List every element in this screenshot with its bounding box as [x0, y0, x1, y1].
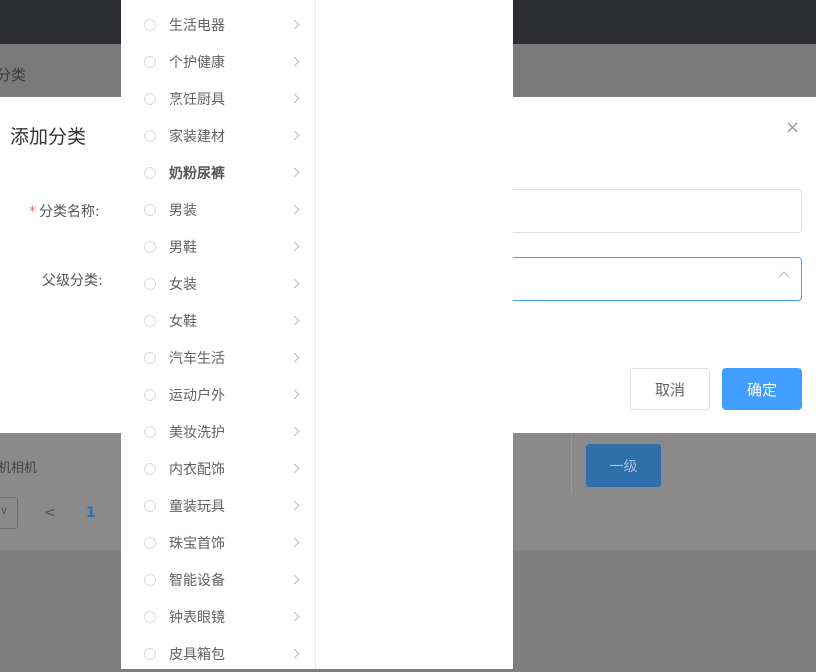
cascader-option-label: 奶粉尿裤 — [169, 165, 225, 182]
cascader-column-divider — [315, 0, 316, 669]
cascader-option-label: 男装 — [169, 202, 197, 219]
cascader-option[interactable]: 家装建材 — [121, 117, 315, 154]
cascader-option[interactable]: 汽车生活 — [121, 339, 315, 376]
cascader-option[interactable]: 内衣配饰 — [121, 450, 315, 487]
table-divider — [571, 432, 572, 494]
level-tag-button[interactable]: 一级 — [586, 444, 661, 487]
breadcrumb: 分类 — [0, 66, 27, 84]
cascader-option-label: 女鞋 — [169, 313, 197, 330]
cascader-option-label: 女装 — [169, 276, 197, 293]
confirm-button[interactable]: 确定 — [722, 368, 802, 410]
cascader-option-label: 皮具箱包 — [169, 646, 225, 663]
radio-circle-icon[interactable] — [144, 536, 156, 549]
cascader-option-label: 烹饪厨具 — [169, 91, 225, 108]
radio-circle-icon[interactable] — [144, 499, 156, 512]
cascader-option-label: 内衣配饰 — [169, 461, 225, 478]
radio-circle-icon[interactable] — [144, 166, 156, 179]
close-icon[interactable]: × — [785, 117, 800, 138]
chevron-right-icon — [289, 278, 300, 289]
chevron-right-icon — [289, 93, 300, 104]
chevron-right-icon — [289, 130, 300, 141]
cascader-option[interactable]: 运动户外 — [121, 376, 315, 413]
cascader-dropdown: 生活电器个护健康烹饪厨具家装建材奶粉尿裤男装男鞋女装女鞋汽车生活运动户外美妆洗护… — [121, 0, 513, 669]
cascader-option[interactable]: 奶粉尿裤 — [121, 154, 315, 191]
chevron-right-icon — [289, 389, 300, 400]
radio-circle-icon[interactable] — [144, 610, 156, 623]
cascader-option-label: 钟表眼镜 — [169, 609, 225, 626]
radio-circle-icon[interactable] — [144, 647, 156, 660]
cancel-button[interactable]: 取消 — [630, 368, 710, 410]
category-name-label-text: 分类名称: — [39, 204, 100, 220]
pager-prev-button[interactable]: < — [44, 505, 56, 521]
radio-circle-icon[interactable] — [144, 129, 156, 142]
cascader-option[interactable]: 女装 — [121, 265, 315, 302]
category-name-label: * 分类名称: — [29, 201, 100, 221]
cascader-option-label: 家装建材 — [169, 128, 225, 145]
radio-circle-icon[interactable] — [144, 240, 156, 253]
radio-circle-icon[interactable] — [144, 314, 156, 327]
cascader-option-label: 智能设备 — [169, 572, 225, 589]
cascader-option[interactable]: 智能设备 — [121, 561, 315, 598]
chevron-right-icon — [289, 426, 300, 437]
table-cell-name: 机相机 — [0, 461, 38, 476]
cascader-option[interactable]: 钟表眼镜 — [121, 598, 315, 635]
radio-circle-icon[interactable] — [144, 55, 156, 68]
chevron-right-icon — [289, 611, 300, 622]
cascader-option-label: 珠宝首饰 — [169, 535, 225, 552]
chevron-right-icon — [289, 574, 300, 585]
cascader-option-label: 男鞋 — [169, 239, 197, 256]
radio-circle-icon[interactable] — [144, 92, 156, 105]
cascader-option[interactable]: 男鞋 — [121, 228, 315, 265]
chevron-right-icon — [289, 500, 300, 511]
radio-circle-icon[interactable] — [144, 277, 156, 290]
cascader-option[interactable]: 女鞋 — [121, 302, 315, 339]
pager-page-1[interactable]: 1 — [86, 505, 96, 521]
chevron-up-icon — [778, 271, 790, 283]
chevron-right-icon — [289, 56, 300, 67]
cascader-option-label: 汽车生活 — [169, 350, 225, 367]
parent-category-label: 父级分类: — [42, 273, 103, 289]
radio-circle-icon[interactable] — [144, 573, 156, 586]
cascader-option[interactable]: 珠宝首饰 — [121, 524, 315, 561]
cascader-option-label: 运动户外 — [169, 387, 225, 404]
cascader-option-label: 童装玩具 — [169, 498, 225, 515]
cascader-option[interactable]: 个护健康 — [121, 43, 315, 80]
chevron-right-icon — [289, 167, 300, 178]
chevron-right-icon — [289, 204, 300, 215]
dialog-title: 添加分类 — [10, 126, 87, 148]
chevron-right-icon — [289, 537, 300, 548]
chevron-right-icon — [289, 19, 300, 30]
chevron-right-icon — [289, 463, 300, 474]
required-mark: * — [29, 204, 36, 220]
cascader-option-label: 美妆洗护 — [169, 424, 225, 441]
category-name-input[interactable] — [505, 189, 802, 233]
radio-circle-icon[interactable] — [144, 351, 156, 364]
radio-circle-icon[interactable] — [144, 203, 156, 216]
cascader-option[interactable]: 美妆洗护 — [121, 413, 315, 450]
chevron-right-icon — [289, 648, 300, 659]
cascader-option[interactable]: 童装玩具 — [121, 487, 315, 524]
cascader-option[interactable]: 烹饪厨具 — [121, 80, 315, 117]
radio-circle-icon[interactable] — [144, 462, 156, 475]
chevron-right-icon — [289, 241, 300, 252]
radio-circle-icon[interactable] — [144, 388, 156, 401]
cascader-option[interactable]: 皮具箱包 — [121, 635, 315, 672]
chevron-right-icon — [289, 352, 300, 363]
radio-circle-icon[interactable] — [144, 425, 156, 438]
cascader-option-label: 个护健康 — [169, 54, 225, 71]
radio-circle-icon[interactable] — [144, 18, 156, 31]
parent-category-cascader-input[interactable] — [505, 257, 802, 301]
cascader-option[interactable]: 生活电器 — [121, 6, 315, 43]
chevron-down-icon: ∨ — [0, 504, 9, 517]
cascader-option[interactable]: 男装 — [121, 191, 315, 228]
cascader-option-label: 生活电器 — [169, 17, 225, 34]
chevron-right-icon — [289, 315, 300, 326]
